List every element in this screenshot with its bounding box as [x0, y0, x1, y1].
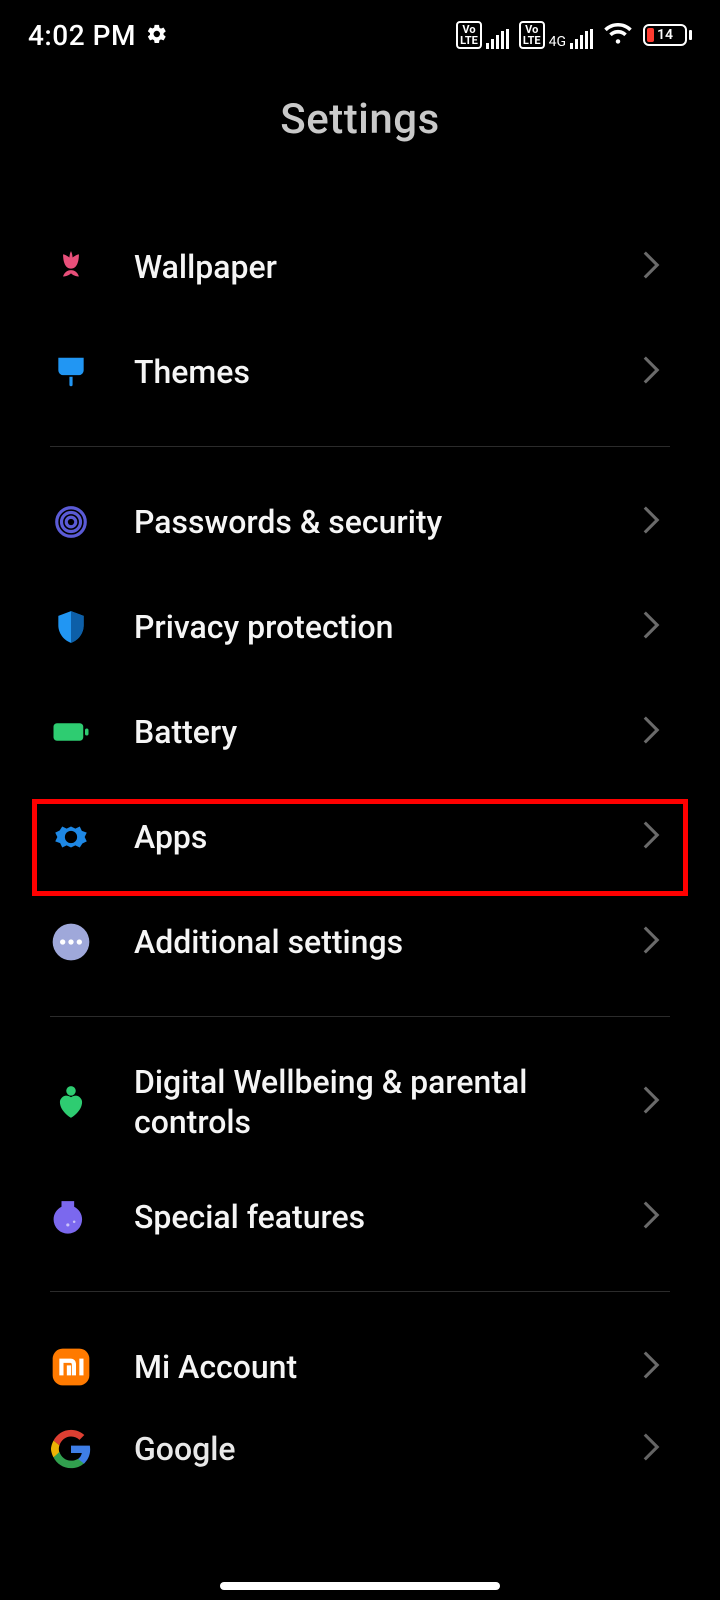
- settings-item-label: Wallpaper: [134, 247, 642, 287]
- settings-item-label: Mi Account: [134, 1347, 642, 1387]
- settings-item-wallpaper[interactable]: Wallpaper: [0, 214, 720, 319]
- shield-icon: [50, 606, 92, 648]
- settings-item-google[interactable]: Google: [0, 1419, 720, 1479]
- gear-icon: [146, 19, 168, 52]
- fingerprint-icon: [50, 501, 92, 543]
- settings-item-label: Privacy protection: [134, 607, 642, 647]
- settings-item-privacy-protection[interactable]: Privacy protection: [0, 574, 720, 679]
- chevron-right-icon: [642, 926, 660, 958]
- status-time: 4:02 PM: [28, 19, 136, 52]
- chevron-right-icon: [642, 1086, 660, 1118]
- chevron-right-icon: [642, 716, 660, 748]
- navigation-bar[interactable]: [0, 1582, 720, 1590]
- chevron-right-icon: [642, 1201, 660, 1233]
- battery-percent: 14: [657, 27, 673, 43]
- status-bar: 4:02 PM VoLTE VoLTE 4G 14: [0, 0, 720, 70]
- signal-icon: [486, 29, 509, 49]
- volte-icon: VoLTE: [519, 21, 545, 49]
- divider: [50, 446, 670, 447]
- settings-item-themes[interactable]: Themes: [0, 319, 720, 424]
- settings-item-label: Themes: [134, 352, 642, 392]
- divider: [50, 1291, 670, 1292]
- settings-item-digital-wellbeing[interactable]: Digital Wellbeing & parental controls: [0, 1039, 720, 1164]
- settings-item-mi-account[interactable]: Mi Account: [0, 1314, 720, 1419]
- volte-icon: VoLTE: [456, 21, 482, 49]
- dots-circle-icon: [50, 921, 92, 963]
- wifi-icon: [603, 18, 633, 52]
- tulip-icon: [50, 246, 92, 288]
- battery-icon: [50, 711, 92, 753]
- settings-item-label: Apps: [134, 817, 642, 857]
- heart-person-icon: [50, 1081, 92, 1123]
- settings-item-special-features[interactable]: Special features: [0, 1164, 720, 1269]
- home-indicator[interactable]: [220, 1582, 500, 1590]
- sim2-indicator: VoLTE 4G: [519, 21, 593, 49]
- flask-icon: [50, 1196, 92, 1238]
- chevron-right-icon: [642, 1351, 660, 1383]
- settings-list: Wallpaper Themes Passwords & security Pr…: [0, 214, 720, 1479]
- chevron-right-icon: [642, 356, 660, 388]
- divider: [50, 1016, 670, 1017]
- chevron-right-icon: [642, 506, 660, 538]
- settings-item-label: Digital Wellbeing & parental controls: [134, 1062, 642, 1142]
- chevron-right-icon: [642, 821, 660, 853]
- settings-item-label: Special features: [134, 1197, 642, 1237]
- settings-item-apps[interactable]: Apps: [0, 784, 720, 889]
- settings-item-label: Battery: [134, 712, 642, 752]
- settings-item-battery[interactable]: Battery: [0, 679, 720, 784]
- status-left: 4:02 PM: [28, 19, 168, 52]
- settings-item-label: Passwords & security: [134, 502, 642, 542]
- settings-item-label: Google: [134, 1429, 642, 1469]
- mi-logo-icon: [50, 1346, 92, 1388]
- settings-item-passwords-security[interactable]: Passwords & security: [0, 469, 720, 574]
- battery-indicator: 14: [643, 24, 692, 46]
- chevron-right-icon: [642, 251, 660, 283]
- google-logo-icon: [50, 1428, 92, 1470]
- chevron-right-icon: [642, 1433, 660, 1465]
- settings-item-label: Additional settings: [134, 922, 642, 962]
- signal-icon: [570, 29, 593, 49]
- sim1-indicator: VoLTE: [456, 21, 509, 49]
- settings-item-additional-settings[interactable]: Additional settings: [0, 889, 720, 994]
- network-type-label: 4G: [549, 35, 566, 49]
- gear-badge-icon: [50, 816, 92, 858]
- brush-icon: [50, 351, 92, 393]
- page-title: Settings: [0, 95, 720, 144]
- status-right: VoLTE VoLTE 4G 14: [456, 18, 692, 52]
- chevron-right-icon: [642, 611, 660, 643]
